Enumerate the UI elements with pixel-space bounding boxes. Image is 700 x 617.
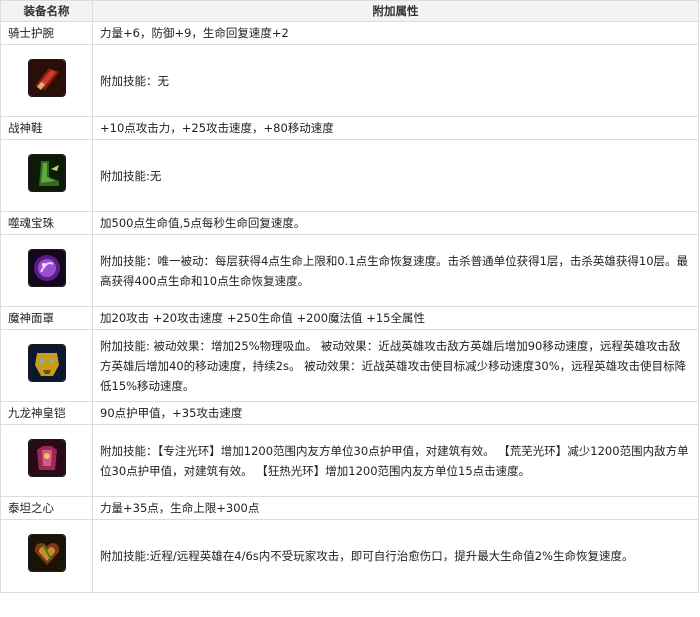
item-icon-cell <box>0 329 93 402</box>
table-row: 泰坦之心 力量+35点，生命上限+300点 <box>0 496 699 520</box>
item-name: 泰坦之心 <box>0 496 93 520</box>
table-row: 九龙神皇铠 90点护甲值，+35攻击速度 <box>0 401 699 425</box>
table-header-row: 装备名称 附加属性 <box>0 0 699 22</box>
item-icon-cell <box>0 519 93 593</box>
header-attributes: 附加属性 <box>92 0 699 22</box>
table-row: 附加技能: 被动效果：增加25%物理吸血。 被动效果：近战英雄攻击敌方英雄后增加… <box>0 329 699 402</box>
heart-icon <box>28 535 65 571</box>
item-skill: 附加技能：【专注光环】增加1200范围内友方单位30点护甲值，对建筑有效。 【荒… <box>92 424 699 497</box>
table-row: 附加技能:近程/远程英雄在4/6s内不受玩家攻击，即可自行治愈伤口，提升最大生命… <box>0 519 699 593</box>
bracer-icon <box>28 59 65 96</box>
table-row: 附加技能：无 <box>0 44 699 117</box>
item-name: 骑士护腕 <box>0 21 93 45</box>
table-row: 附加技能：唯一被动：每层获得4点生命上限和0.1点生命恢复速度。击杀普通单位获得… <box>0 234 699 307</box>
item-name: 魔神面罩 <box>0 306 93 330</box>
boots-icon <box>28 154 65 191</box>
item-skill: 附加技能：无 <box>92 44 699 117</box>
item-skill: 附加技能：唯一被动：每层获得4点生命上限和0.1点生命恢复速度。击杀普通单位获得… <box>92 234 699 307</box>
item-stats: 加500点生命值,5点每秒生命回复速度。 <box>92 211 699 235</box>
item-stats: 加20攻击 +20攻击速度 +250生命值 +200魔法值 +15全属性 <box>92 306 699 330</box>
item-stats: 力量+6，防御+9，生命回复速度+2 <box>92 21 699 45</box>
item-stats: 力量+35点，生命上限+300点 <box>92 496 699 520</box>
header-equipment-name: 装备名称 <box>0 0 93 22</box>
armor-icon <box>28 439 65 476</box>
item-name: 九龙神皇铠 <box>0 401 93 425</box>
table-row: 魔神面罩 加20攻击 +20攻击速度 +250生命值 +200魔法值 +15全属… <box>0 306 699 330</box>
orb-icon <box>28 249 65 286</box>
item-icon-cell <box>0 139 93 212</box>
item-stats: +10点攻击力，+25攻击速度，+80移动速度 <box>92 116 699 140</box>
item-skill: 附加技能:近程/远程英雄在4/6s内不受玩家攻击，即可自行治愈伤口，提升最大生命… <box>92 519 699 593</box>
equipment-table: 装备名称 附加属性 骑士护腕 力量+6，防御+9，生命回复速度+2 附加技能：无… <box>0 0 699 593</box>
mask-icon <box>28 344 65 381</box>
item-icon-cell <box>0 424 93 497</box>
item-skill: 附加技能: 被动效果：增加25%物理吸血。 被动效果：近战英雄攻击敌方英雄后增加… <box>92 329 699 402</box>
table-row: 附加技能:无 <box>0 139 699 212</box>
table-row: 战神鞋 +10点攻击力，+25攻击速度，+80移动速度 <box>0 116 699 140</box>
table-row: 附加技能：【专注光环】增加1200范围内友方单位30点护甲值，对建筑有效。 【荒… <box>0 424 699 497</box>
item-name: 战神鞋 <box>0 116 93 140</box>
item-skill: 附加技能:无 <box>92 139 699 212</box>
item-icon-cell <box>0 44 93 117</box>
table-row: 噬魂宝珠 加500点生命值,5点每秒生命回复速度。 <box>0 211 699 235</box>
item-name: 噬魂宝珠 <box>0 211 93 235</box>
table-row: 骑士护腕 力量+6，防御+9，生命回复速度+2 <box>0 21 699 45</box>
item-icon-cell <box>0 234 93 307</box>
item-stats: 90点护甲值，+35攻击速度 <box>92 401 699 425</box>
